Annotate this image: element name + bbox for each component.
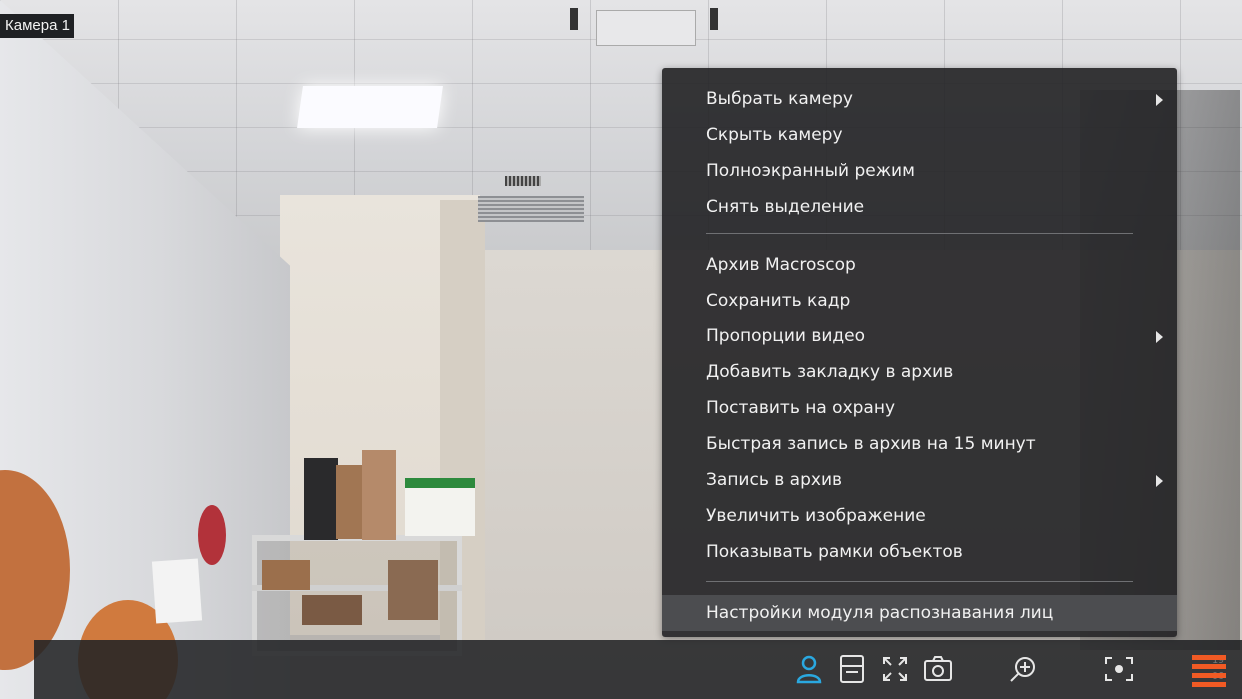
scene-wall-paper [151,558,203,624]
submenu-arrow-icon [1156,94,1163,106]
menu-item-quick-record[interactable]: Быстрая запись в архив на 15 минут [662,429,1177,459]
scene-box [362,450,396,540]
menu-item-label: Снять выделение [706,197,865,217]
menu-item-label: Архив Macroscop [706,255,856,275]
scene-box-black [304,458,338,540]
menu-item-arm[interactable]: Поставить на охрану [662,393,1177,423]
context-menu: Выбрать камеру Скрыть камеру Полноэкранн… [662,68,1177,637]
scene-box [336,465,364,539]
menu-item-label: Скрыть камеру [706,125,843,145]
submenu-arrow-icon [1156,475,1163,487]
menu-item-archive[interactable]: Архив Macroscop [662,250,1177,280]
menu-item-add-bookmark[interactable]: Добавить закладку в архив [662,357,1177,387]
menu-item-video-proportions[interactable]: Пропорции видео [662,321,1177,351]
menu-item-label: Пропорции видео [706,326,866,346]
menu-item-hide-camera[interactable]: Скрыть камеру [662,120,1177,150]
menu-item-label: Увеличить изображение [706,506,926,526]
menu-item-zoom-image[interactable]: Увеличить изображение [662,501,1177,531]
scene-projector-mount-right [710,8,718,30]
camera-name-label: Камера 1 [0,14,74,38]
menu-item-show-object-frames[interactable]: Показывать рамки объектов [662,537,1177,567]
scene-box-white [405,478,475,536]
menu-item-label: Выбрать камеру [706,89,853,109]
scene-vent [478,196,584,222]
camera-icon[interactable] [921,651,955,687]
scene-projector [596,10,696,46]
menu-item-label: Запись в архив [706,470,843,490]
menu-item-save-frame[interactable]: Сохранить кадр [662,286,1177,316]
menu-item-face-recognition-settings[interactable]: Настройки модуля распознавания лиц [662,595,1177,631]
menu-separator [706,233,1133,234]
zoom-in-icon[interactable] [1006,651,1040,687]
menu-item-label: Полноэкранный режим [706,161,915,181]
scene-vent-small [505,176,541,186]
submenu-arrow-icon [1156,331,1163,343]
camera-view[interactable]: Камера 1 Выбрать камеру Скрыть камеру По… [0,0,1242,699]
person-icon[interactable] [792,651,826,687]
camera-toolbar [34,640,1242,699]
list-icon[interactable] [835,651,869,687]
menu-item-record-archive[interactable]: Запись в архив [662,465,1177,495]
menu-item-select-camera[interactable]: Выбрать камеру [662,84,1177,114]
menu-item-label: Показывать рамки объектов [706,542,963,562]
scene-box [388,560,438,620]
scene-box [262,560,310,590]
menu-separator [706,581,1133,582]
menu-item-label: Настройки модуля распознавания лиц [706,603,1054,623]
focus-icon[interactable] [1102,651,1136,687]
menu-item-label: Сохранить кадр [706,291,851,311]
menu-item-label: Быстрая запись в архив на 15 минут [706,434,1036,454]
scene-box [302,595,362,625]
fullscreen-icon[interactable] [878,651,912,687]
scene-wall-circle-red [198,505,226,565]
menu-item-label: Добавить закладку в архив [706,362,954,382]
menu-item-fullscreen[interactable]: Полноэкранный режим [662,156,1177,186]
scene-projector-mount-left [570,8,578,30]
menu-item-deselect[interactable]: Снять выделение [662,192,1177,222]
menu-icon[interactable] [1190,651,1228,689]
scene-ceiling-lamp [297,86,443,128]
menu-item-label: Поставить на охрану [706,398,896,418]
